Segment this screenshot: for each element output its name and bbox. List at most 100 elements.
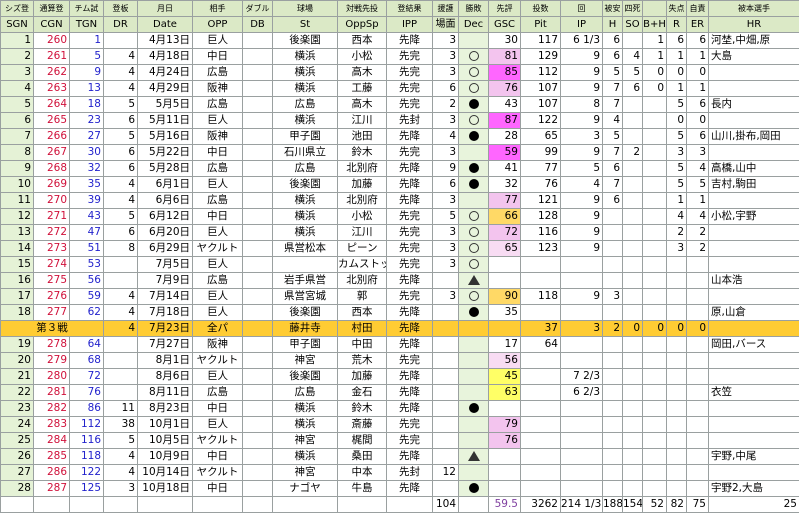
cell-bh <box>642 144 667 161</box>
cell-cgn: 267 <box>33 144 70 161</box>
cell-date: 5月11日 <box>137 112 193 129</box>
cell-dr <box>103 256 138 273</box>
cell-st: 広島 <box>272 96 338 113</box>
cell-so <box>622 384 643 401</box>
cell-dec <box>458 336 489 353</box>
header-jp-cell: 被本選手 <box>708 0 799 17</box>
cell-cgn: 286 <box>33 464 70 481</box>
header-jp-cell: 援護 <box>432 0 459 17</box>
header-jp-cell: チム試 <box>69 0 104 17</box>
cell-date: 7月23日 <box>137 320 193 337</box>
cell-pit: 128 <box>520 208 561 225</box>
cell-opp: 巨人 <box>192 32 243 49</box>
cell-bh <box>642 304 667 321</box>
cell-so <box>622 256 643 273</box>
pitching-log-table: シズ登 通算登 チム試 登板 月日 相手 ダブル 球場 対戦先投 登結果 援護 勝敗 先評 投数回被安 四死… <box>0 0 799 513</box>
totals-blank <box>272 496 338 513</box>
cell-ip <box>560 448 603 465</box>
cell-oppsp: 加藤 <box>337 176 387 193</box>
cell-dr <box>103 384 138 401</box>
cell-pit <box>520 384 561 401</box>
cell-ipp: 先降 <box>386 320 433 337</box>
cell-gsc <box>488 448 521 465</box>
header-en-cell: 場面 <box>432 16 459 33</box>
cell-r <box>666 288 687 305</box>
cell-hr: 衣笠 <box>708 384 799 401</box>
cell-db <box>242 336 273 353</box>
cell-gsc: 32 <box>488 176 521 193</box>
cell-bh <box>642 432 667 449</box>
cell-hr <box>708 400 799 417</box>
cell-scene: 6 <box>432 80 459 97</box>
game-row: 8 267 30 6 5月22日 中日 石川県立 鈴木 先完 3 59 99 9 7 2 3 3 <box>0 144 799 161</box>
cell-oppsp: 江川 <box>337 224 387 241</box>
cell-er: 4 <box>686 208 709 225</box>
cell-gsc: 79 <box>488 416 521 433</box>
cell-h <box>602 464 623 481</box>
cell-st: 後楽園 <box>272 368 338 385</box>
totals-blank <box>337 496 387 513</box>
cell-so <box>622 192 643 209</box>
cell-gsc: 76 <box>488 80 521 97</box>
cell-ipp: 先完 <box>386 48 433 65</box>
cell-st: 広島 <box>272 160 338 177</box>
game-row: 9 268 32 6 5月28日 広島 広島 北別府 先降 9 41 77 5 6 5 4 高橋,山中 <box>0 160 799 177</box>
cell-db <box>242 272 273 289</box>
cell-sgn: 1 <box>0 32 34 49</box>
cell-pit <box>520 432 561 449</box>
cell-h <box>602 368 623 385</box>
cell-dec <box>458 416 489 433</box>
cell-scene: 3 <box>432 240 459 257</box>
cell-sgn: 8 <box>0 144 34 161</box>
cell-sgn: 18 <box>0 304 34 321</box>
cell-scene <box>432 448 459 465</box>
cell-sgn: 6 <box>0 112 34 129</box>
cell-date: 10月14日 <box>137 464 193 481</box>
cell-hr <box>708 288 799 305</box>
cell-ip: 9 <box>560 288 603 305</box>
cell-r: 0 <box>666 64 687 81</box>
cell-opp: 中日 <box>192 448 243 465</box>
cell-bh <box>642 480 667 497</box>
cell-scene <box>432 320 459 337</box>
win-circle-icon <box>468 51 479 61</box>
cell-date: 6月20日 <box>137 224 193 241</box>
cell-oppsp: 江川 <box>337 112 387 129</box>
cell-sgn: 7 <box>0 128 34 145</box>
cell-gsc: 87 <box>488 112 521 129</box>
cell-opp: 巨人 <box>192 256 243 273</box>
win-circle-icon <box>468 83 479 93</box>
cell-pit <box>520 304 561 321</box>
cell-gsc: 65 <box>488 240 521 257</box>
win-circle-icon <box>468 67 479 77</box>
cell-dec <box>458 352 489 369</box>
cell-ipp: 先降 <box>386 384 433 401</box>
cell-st: 県営松本 <box>272 240 338 257</box>
loss-dot-icon <box>468 131 479 141</box>
cell-sgn: 16 <box>0 272 34 289</box>
cell-pit: 107 <box>520 80 561 97</box>
cell-ipp: 先完 <box>386 208 433 225</box>
cell-tgn: 35 <box>69 176 104 193</box>
header-en-cell: TGN <box>69 16 104 33</box>
header-jp-cell <box>642 0 667 17</box>
cell-oppsp: 荒木 <box>337 352 387 369</box>
cell-dr: 6 <box>103 144 138 161</box>
cell-pit: 76 <box>520 176 561 193</box>
cell-tgn: 32 <box>69 160 104 177</box>
cell-ip: 9 <box>560 144 603 161</box>
cell-date: 5月22日 <box>137 144 193 161</box>
cell-ip: 7 2/3 <box>560 368 603 385</box>
cell-ipp: 先完 <box>386 224 433 241</box>
cell-bh <box>642 240 667 257</box>
cell-dr: 4 <box>103 448 138 465</box>
cell-er <box>686 256 709 273</box>
loss-dot-icon <box>468 179 479 189</box>
cell-bh: 0 <box>642 64 667 81</box>
header-en-cell: IP <box>560 16 603 33</box>
cell-h: 3 <box>602 288 623 305</box>
cell-bh <box>642 256 667 273</box>
cell-bh <box>642 208 667 225</box>
cell-opp: 中日 <box>192 144 243 161</box>
cell-er: 3 <box>686 144 709 161</box>
